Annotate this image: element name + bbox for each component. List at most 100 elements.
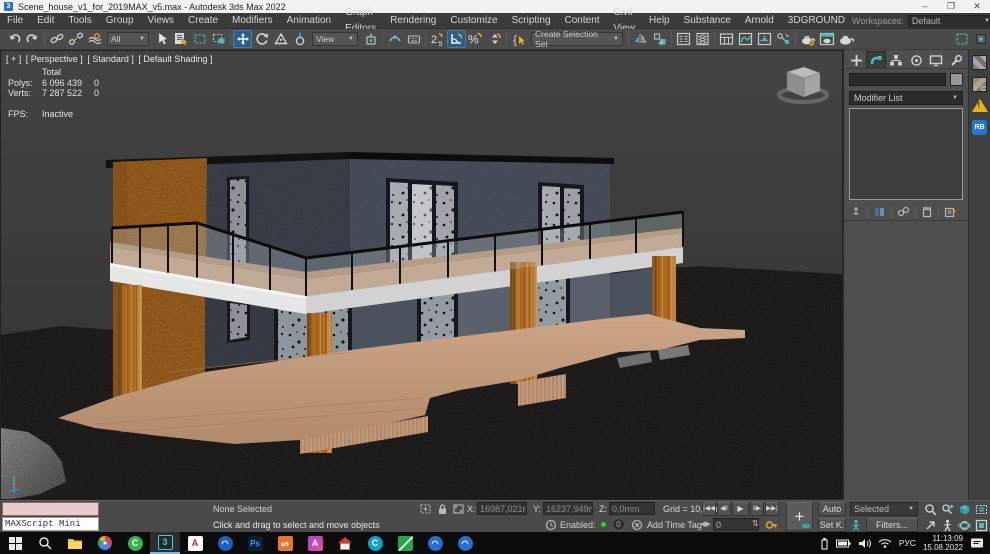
y-coordinate-field[interactable]: 16237,949mm (543, 502, 593, 515)
object-color-swatch[interactable] (950, 73, 963, 86)
modifier-stack[interactable] (849, 108, 963, 200)
time-configuration-icon[interactable] (545, 519, 557, 531)
dope-sheet-icon[interactable] (755, 30, 774, 48)
minimize-button[interactable]: – (912, 0, 938, 13)
previous-frame-button[interactable]: ◀‖ (717, 502, 731, 516)
make-unique-icon[interactable] (897, 206, 910, 218)
docked-toolbar-icon-2[interactable] (971, 30, 990, 48)
align-icon[interactable] (650, 30, 669, 48)
enabled-zero-button[interactable]: 0 (612, 518, 625, 531)
nvidia-app-icon[interactable] (390, 532, 420, 554)
zoom-all-icon[interactable] (939, 501, 956, 517)
reference-coordinate-system-dropdown[interactable]: View▼ (312, 32, 358, 46)
create-tab[interactable] (846, 51, 866, 69)
pan-view-icon[interactable] (922, 517, 939, 533)
absolute-offset-mode-icon[interactable] (452, 503, 465, 515)
motion-tab[interactable] (906, 51, 926, 69)
display-tab[interactable] (926, 51, 946, 69)
show-end-result-icon[interactable] (873, 206, 886, 218)
keyframe-arrows-icon[interactable]: ◀▶ (700, 520, 711, 528)
utilities-tab[interactable] (946, 51, 966, 69)
percent-snap-toggle-icon[interactable]: % (466, 30, 485, 48)
select-by-name-icon[interactable] (171, 30, 190, 48)
set-key-button[interactable]: Set K. (818, 518, 846, 532)
archicad-2-icon[interactable]: ◠ (420, 532, 450, 554)
object-name-field[interactable] (849, 73, 946, 86)
notification-center-icon[interactable] (970, 537, 984, 549)
select-and-manipulate-icon[interactable] (385, 30, 404, 48)
select-and-place-icon[interactable] (290, 30, 309, 48)
window-crossing-icon[interactable] (209, 30, 228, 48)
x-coordinate-field[interactable]: 16987,021mm (477, 502, 527, 515)
rendered-frame-window-icon[interactable] (817, 30, 836, 48)
select-and-rotate-icon[interactable] (252, 30, 271, 48)
menu-file[interactable]: File (0, 13, 30, 29)
menu-animation[interactable]: Animation (280, 13, 338, 29)
use-pivot-point-center-icon[interactable] (361, 30, 380, 48)
cinema-icon[interactable]: C (360, 532, 390, 554)
auto-key-button[interactable]: Auto (818, 502, 846, 516)
set-keys-button[interactable]: + (786, 502, 813, 531)
walkthrough-icon[interactable] (850, 519, 863, 531)
autocad-icon[interactable]: A (180, 532, 210, 554)
language-indicator[interactable]: РУС (899, 538, 916, 548)
perspective-viewport[interactable]: [ + ] [ Perspective ] [ Standard ] [ Def… (0, 50, 843, 500)
toggle-scene-explorer-icon[interactable] (674, 30, 693, 48)
configure-modifier-sets-icon[interactable] (944, 206, 957, 218)
archicad-3-icon[interactable]: ◠ (450, 532, 480, 554)
select-object-icon[interactable] (152, 30, 171, 48)
isolate-selection-toggle-icon[interactable] (419, 503, 433, 515)
menu-rendering[interactable]: Rendering (383, 13, 443, 29)
go-to-end-button[interactable]: ▶▶| (765, 502, 779, 516)
render-production-icon[interactable] (836, 30, 855, 48)
maxscript-mini-label[interactable]: MAXScript Mini (2, 517, 99, 531)
orbit-icon[interactable] (956, 517, 973, 533)
speaker-icon[interactable] (858, 538, 871, 549)
menu-views[interactable]: Views (141, 13, 182, 29)
pin-stack-icon[interactable] (850, 206, 862, 218)
home-design-icon[interactable] (330, 532, 360, 554)
viewcube[interactable] (774, 59, 832, 107)
warning-icon[interactable] (972, 99, 988, 112)
photoshop-icon[interactable]: Ps (240, 532, 270, 554)
substance-icon[interactable]: ᔕ (270, 532, 300, 554)
modify-tab[interactable] (866, 51, 886, 69)
bind-to-space-warp-icon[interactable] (85, 30, 104, 48)
menu-arnold[interactable]: Arnold (738, 13, 781, 29)
menu-tools[interactable]: Tools (61, 13, 98, 29)
select-and-move-icon[interactable] (233, 30, 252, 48)
toggle-layer-explorer-icon[interactable] (693, 30, 712, 48)
search-button[interactable] (30, 532, 60, 554)
docked-toolbar-icon-1[interactable] (952, 30, 971, 48)
menu-create[interactable]: Create (181, 13, 225, 29)
add-time-tag-label[interactable]: Add Time Tag (647, 520, 702, 530)
angle-snap-toggle-icon[interactable] (447, 30, 466, 48)
viewport-shading-menu[interactable]: [ Default Shading ] (138, 54, 212, 64)
corona-icon[interactable]: A (300, 532, 330, 554)
rectangular-selection-region-icon[interactable] (190, 30, 209, 48)
modifier-list-dropdown[interactable]: Modifier List▼ (849, 91, 963, 105)
camtasia-icon[interactable]: C (120, 532, 150, 554)
named-selection-sets-dropdown[interactable]: Create Selection Set▼ (531, 32, 623, 46)
unlink-selection-icon[interactable] (66, 30, 85, 48)
maxscript-mini-listener-input[interactable] (2, 502, 99, 516)
z-coordinate-field[interactable]: 0,0mm (609, 502, 655, 515)
selection-filter-dropdown[interactable]: All▼ (107, 32, 149, 46)
viewport-general-menu[interactable]: [ + ] (6, 54, 21, 64)
render-setup-icon[interactable] (798, 30, 817, 48)
file-explorer-icon[interactable] (60, 532, 90, 554)
play-button[interactable]: ▶ (732, 502, 749, 516)
menu-substance[interactable]: Substance (677, 13, 738, 29)
menu-scripting[interactable]: Scripting (505, 13, 558, 29)
usb-icon[interactable] (820, 537, 829, 550)
redo-icon[interactable] (23, 30, 42, 48)
menu-customize[interactable]: Customize (443, 13, 504, 29)
edit-named-selection-sets-icon[interactable]: { (509, 30, 528, 48)
next-frame-button[interactable]: ‖▶ (750, 502, 764, 516)
lock-selection-icon[interactable] (437, 503, 448, 515)
start-button[interactable] (0, 532, 30, 554)
slate-material-editor-icon[interactable] (774, 30, 793, 48)
keyboard-shortcut-override-icon[interactable] (404, 30, 423, 48)
archicad-icon[interactable]: ◠ (210, 532, 240, 554)
snaps-toggle-icon[interactable]: 25 (428, 30, 447, 48)
